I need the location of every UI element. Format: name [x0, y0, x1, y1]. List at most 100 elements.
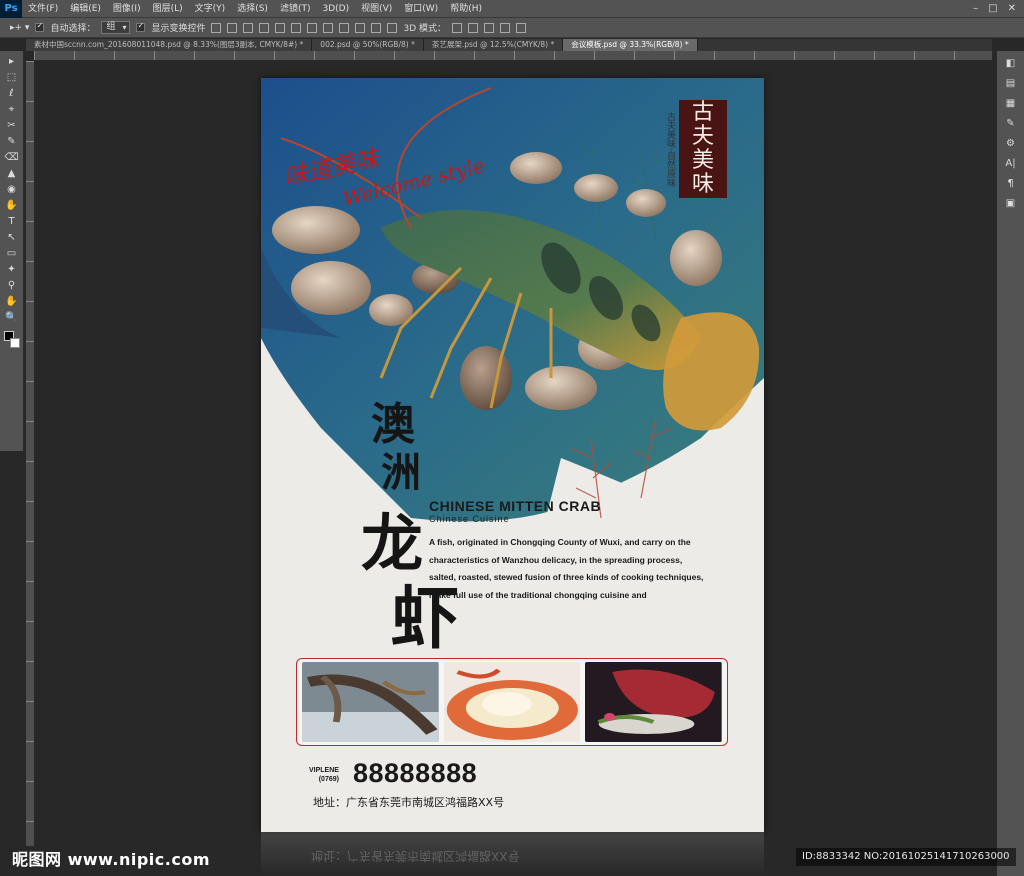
menu-file[interactable]: 文件(F) — [22, 0, 64, 18]
3d-pan-icon[interactable] — [484, 22, 495, 33]
menu-help[interactable]: 帮助(H) — [444, 0, 488, 18]
auto-select-checkbox[interactable] — [35, 21, 45, 32]
menu-type[interactable]: 文字(Y) — [189, 0, 232, 18]
move-tool-icon[interactable]: ▸ — [4, 55, 20, 69]
seal-char: 味 — [691, 172, 714, 197]
align-left-icon[interactable] — [259, 22, 270, 33]
description-text: A fish, originated in Chongqing County o… — [429, 537, 704, 600]
tab-document-3[interactable]: 茶艺展架.psd @ 12.5%(CMYK/8) * — [423, 39, 564, 51]
paragraph-panel-icon[interactable]: ¶ — [1003, 177, 1019, 191]
menu-image[interactable]: 图像(I) — [107, 0, 147, 18]
menu-window[interactable]: 窗口(W) — [398, 0, 444, 18]
3d-rotate-icon[interactable] — [452, 22, 463, 33]
title-char: 洲 — [381, 449, 421, 496]
eyedropper-tool-icon[interactable]: ⚲ — [4, 279, 20, 293]
watermark-left: 昵图网 www.nipic.com — [12, 850, 210, 869]
menu-bar: Ps 文件(F) 编辑(E) 图像(I) 图层(L) 文字(Y) 选择(S) 滤… — [0, 0, 1024, 18]
tab-document-1[interactable]: 素材中国sccnn.com_20160801104​8.psd @ 8.33%(… — [26, 39, 313, 51]
distribute-middle-icon[interactable] — [323, 22, 334, 33]
brush-panel-icon[interactable]: ✎ — [1003, 117, 1019, 131]
poster-canvas[interactable]: 味道美味 Welcome style 古 夫 美 味 古夫美味·自然原味 澳 洲… — [261, 78, 764, 832]
seal-stamp: 古 夫 美 味 — [679, 100, 727, 198]
color-swatches[interactable] — [3, 331, 20, 349]
eraser-tool-icon[interactable]: ⌫ — [4, 151, 20, 165]
photo-lobster-on-ice — [302, 662, 439, 742]
brush-tool-icon[interactable]: ✎ — [4, 135, 20, 149]
history-panel-icon[interactable]: ◧ — [1003, 57, 1019, 71]
move-tool-icon[interactable]: ▸+ ▾ — [10, 23, 29, 33]
watermark-right: ID:8833342 NO:20161025141710263000 — [796, 848, 1016, 866]
english-headline: CHINESE MITTEN CRAB — [429, 498, 602, 514]
type-tool-icon[interactable]: T — [4, 215, 20, 229]
3d-scale-icon[interactable] — [516, 22, 527, 33]
address-text: 地址：广东省东莞市南城区鸿福路XX号 — [313, 796, 505, 809]
dodge-tool-icon[interactable]: ◉ — [4, 183, 20, 197]
close-button[interactable]: ✕ — [1008, 3, 1016, 14]
marquee-tool-icon[interactable]: ⬚ — [4, 71, 20, 85]
character-panel-icon[interactable]: A| — [1003, 157, 1019, 171]
tab-document-active[interactable]: 会议模板.psd @ 33.3%(RGB/8) * — [563, 39, 698, 51]
distribute-right-icon[interactable] — [387, 22, 398, 33]
document-tabs: 素材中国sccnn.com_20160801104​8.psd @ 8.33%(… — [26, 39, 992, 51]
options-bar: ▸+ ▾ 自动选择： 组 显示变换控件 3D 模式： — [0, 18, 1024, 38]
shape-tool-icon[interactable]: ▭ — [4, 247, 20, 261]
align-top-icon[interactable] — [211, 22, 222, 33]
align-bottom-icon[interactable] — [243, 22, 254, 33]
minimize-button[interactable]: – — [973, 3, 978, 14]
gradient-tool-icon[interactable]: ▲ — [4, 167, 20, 181]
seal-char: 美 — [691, 148, 714, 173]
panel-dock: ◧ ▤ ▦ ✎ ⚙ A| ¶ ▣ — [996, 51, 1024, 876]
menu-layer[interactable]: 图层(L) — [147, 0, 189, 18]
reflection-text: 地址：广东省东莞市南城区鸿福路XX号 — [311, 849, 520, 863]
crop-tool-icon[interactable]: ✂ — [4, 119, 20, 133]
photoshop-window: Ps 文件(F) 编辑(E) 图像(I) 图层(L) 文字(Y) 选择(S) 滤… — [0, 0, 1024, 876]
3d-roll-icon[interactable] — [468, 22, 479, 33]
menu-3d[interactable]: 3D(D) — [316, 0, 355, 18]
distribute-center-icon[interactable] — [371, 22, 382, 33]
phone-label-line: VIPLENE — [309, 767, 339, 774]
distribute-left-icon[interactable] — [355, 22, 366, 33]
distribute-bottom-icon[interactable] — [339, 22, 350, 33]
auto-select-dropdown[interactable]: 组 — [101, 21, 131, 34]
menu-select[interactable]: 选择(S) — [231, 0, 274, 18]
window-controls: – □ ✕ — [973, 3, 1024, 14]
background-color-swatch[interactable] — [9, 338, 20, 348]
toolbox: ▸ ⬚ ℓ ⌖ ✂ ✎ ⌫ ▲ ◉ ✋ T ↖ ▭ ✦ ⚲ ✋ 🔍 — [0, 51, 24, 451]
swatches-panel-icon[interactable]: ▦ — [1003, 97, 1019, 111]
poster-reflection: 地址：广东省东莞市南城区鸿福路XX号 — [261, 832, 764, 876]
auto-select-label: 自动选择： — [50, 24, 96, 34]
align-center-icon[interactable] — [275, 22, 286, 33]
path-select-tool-icon[interactable]: ↖ — [4, 231, 20, 245]
distribute-top-icon[interactable] — [307, 22, 318, 33]
menu-edit[interactable]: 编辑(E) — [64, 0, 107, 18]
layers-panel-icon[interactable]: ▣ — [1003, 197, 1019, 211]
zoom-tool-icon[interactable]: 🔍 — [4, 311, 20, 325]
menu-filter[interactable]: 滤镜(T) — [274, 0, 317, 18]
align-right-icon[interactable] — [291, 22, 302, 33]
hand-tool-icon[interactable]: ✋ — [4, 295, 20, 309]
show-transform-checkbox[interactable] — [136, 21, 146, 32]
3d-slide-icon[interactable] — [500, 22, 511, 33]
properties-panel-icon[interactable]: ▤ — [1003, 77, 1019, 91]
3d-mode-label: 3D 模式： — [403, 24, 447, 34]
photo-lobster-platter — [585, 662, 723, 742]
settings-panel-icon[interactable]: ⚙ — [1003, 137, 1019, 151]
menu-view[interactable]: 视图(V) — [355, 0, 398, 18]
phone-label: VIPLENE (0769) — [309, 766, 339, 784]
phone-number: 88888888 — [353, 758, 478, 788]
pen-tool-icon[interactable]: ✋ — [4, 199, 20, 213]
phone-area-code: (0769) — [318, 776, 339, 783]
custom-tool-icon[interactable]: ✦ — [4, 263, 20, 277]
ruler-vertical[interactable] — [26, 61, 34, 846]
photo-strip — [296, 658, 728, 746]
quick-select-tool-icon[interactable]: ⌖ — [4, 103, 20, 117]
ruler-horizontal[interactable] — [34, 51, 992, 61]
align-middle-icon[interactable] — [227, 22, 238, 33]
maximize-button[interactable]: □ — [988, 3, 997, 14]
english-subheadline: Chinese Cuisine — [429, 514, 510, 524]
photoshop-logo-icon: Ps — [0, 0, 22, 18]
seal-char: 夫 — [691, 124, 714, 149]
tab-document-2[interactable]: 002.psd @ 50%(RGB/8) * — [312, 39, 424, 51]
vertical-caption: 古夫美味·自然原味 — [665, 112, 675, 187]
lasso-tool-icon[interactable]: ℓ — [4, 87, 20, 101]
